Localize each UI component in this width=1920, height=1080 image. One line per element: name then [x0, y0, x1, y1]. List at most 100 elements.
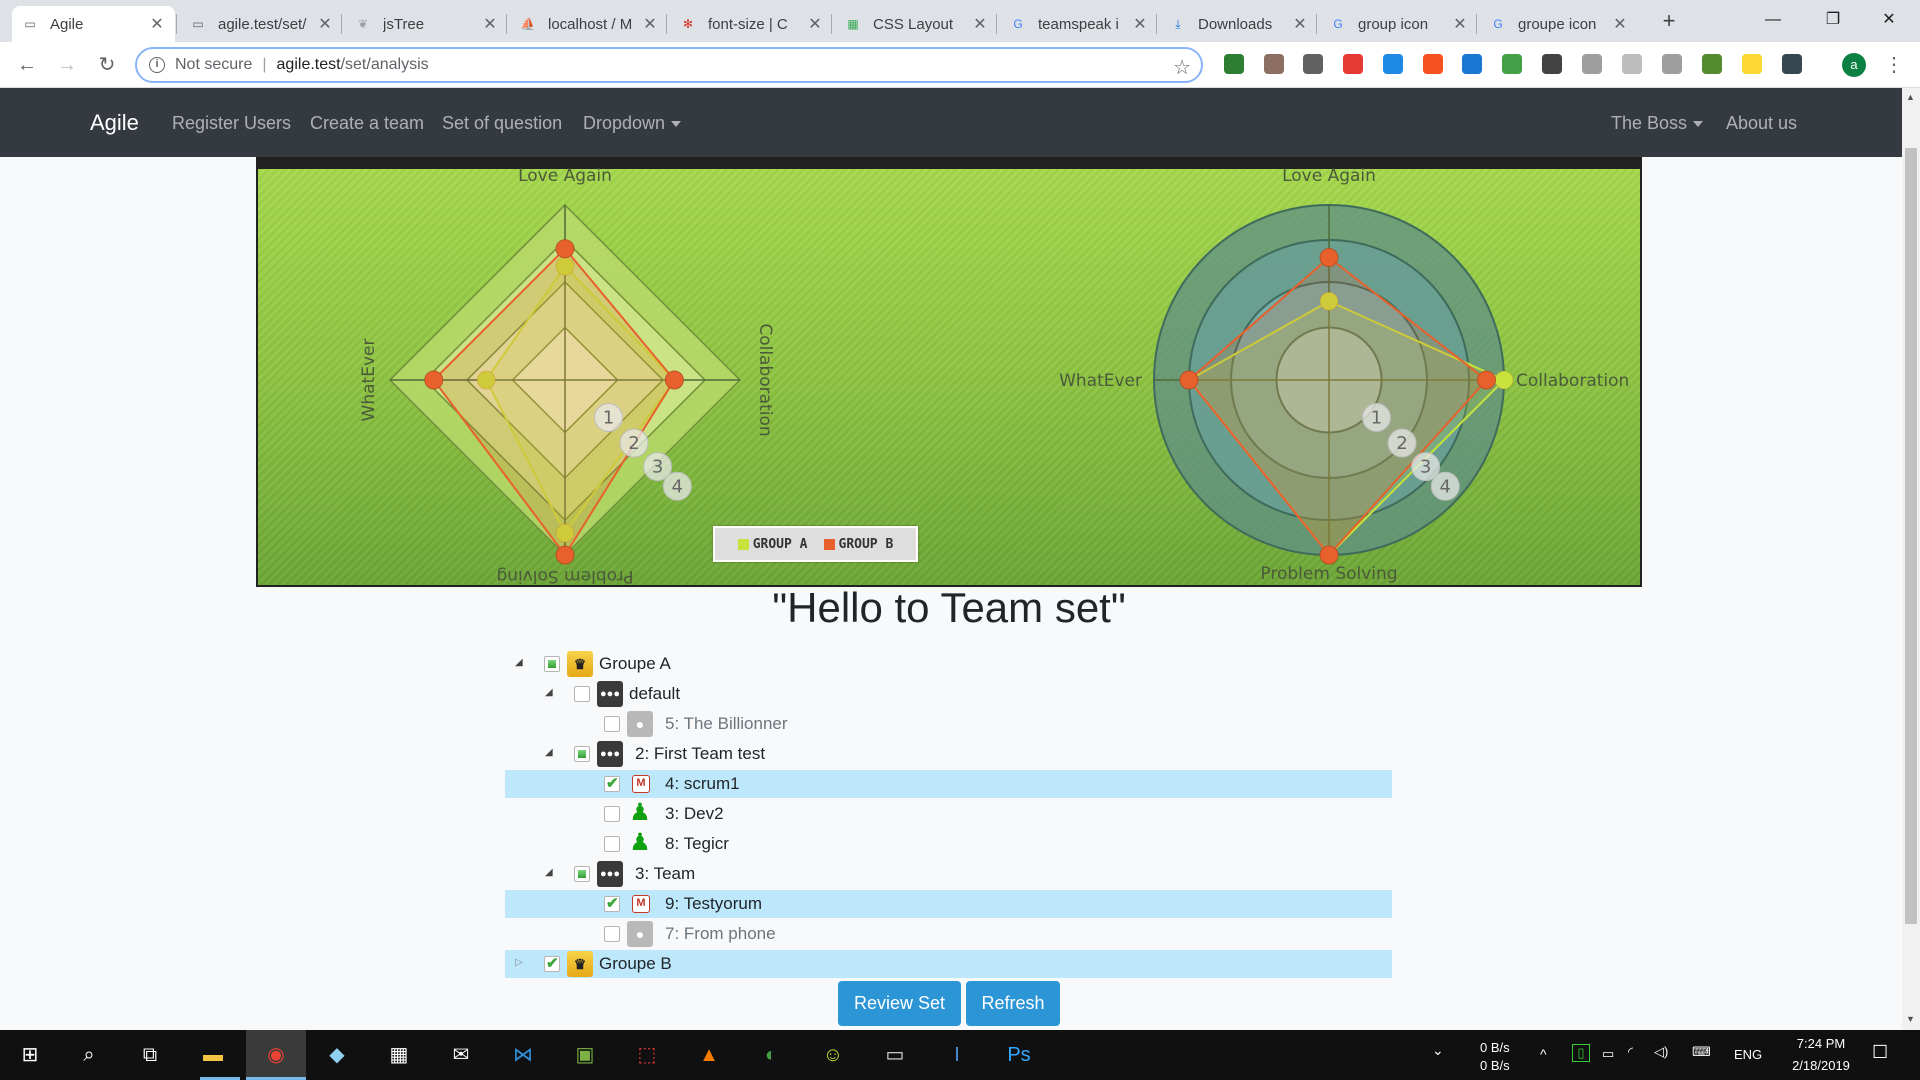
browser-tab[interactable]: ✻ font-size | C ✕: [670, 6, 833, 42]
volume-icon[interactable]: ◁): [1654, 1044, 1668, 1060]
close-tab-icon[interactable]: ✕: [972, 14, 988, 34]
ext-cookie-icon[interactable]: [1264, 54, 1284, 74]
minimize-icon[interactable]: —: [1750, 4, 1796, 36]
chrome-menu-icon[interactable]: ⋮: [1884, 52, 1904, 77]
clock-date[interactable]: 2/18/2019: [1776, 1058, 1866, 1073]
scroll-up-icon[interactable]: ▲: [1906, 92, 1915, 102]
ext-opera-icon[interactable]: [1343, 54, 1363, 74]
browser-tab[interactable]: ⤓ Downloads ✕: [1160, 6, 1318, 42]
tree-checkbox[interactable]: [574, 686, 590, 702]
tray-up-arrow-icon[interactable]: ^: [1540, 1046, 1547, 1062]
mail-icon[interactable]: ✉: [446, 1040, 476, 1070]
reload-icon[interactable]: ↻: [92, 50, 122, 80]
browser-tab[interactable]: Gteamspeak i ✕: [1000, 6, 1158, 42]
clock-time[interactable]: 7:24 PM: [1786, 1036, 1856, 1051]
network-app-icon[interactable]: ◐: [756, 1040, 786, 1070]
maximize-icon[interactable]: ❐: [1810, 4, 1856, 36]
tree-node[interactable]: M 9: Testyorum: [505, 890, 1392, 918]
ext-shield-icon[interactable]: [1423, 54, 1443, 74]
close-tab-icon[interactable]: ✕: [149, 14, 165, 34]
action-center-icon[interactable]: ☐: [1872, 1042, 1888, 1063]
windows-start-icon[interactable]: ⊞: [15, 1040, 45, 1070]
ext-vue-icon[interactable]: [1582, 54, 1602, 74]
ext-window-icon[interactable]: [1383, 54, 1403, 74]
browser-tab[interactable]: ⛵ localhost / M ✕: [510, 6, 668, 42]
ext-clip-icon[interactable]: [1622, 54, 1642, 74]
tree-node[interactable]: ♟ 3: Dev2: [505, 800, 1392, 828]
close-tab-icon[interactable]: ✕: [482, 14, 498, 34]
calculator-icon[interactable]: ▦: [384, 1040, 414, 1070]
ext-y-icon[interactable]: [1742, 54, 1762, 74]
bookmark-star-icon[interactable]: ☆: [1173, 55, 1191, 80]
photoshop-icon[interactable]: Ps: [1004, 1040, 1034, 1070]
back-arrow-icon[interactable]: ←: [12, 50, 42, 80]
close-tab-icon[interactable]: ✕: [807, 14, 823, 34]
terminal-icon[interactable]: ▭: [880, 1040, 910, 1070]
nav-create-team[interactable]: Create a team: [310, 113, 424, 134]
ext-list-icon[interactable]: [1782, 54, 1802, 74]
browser-tab[interactable]: ▭ agile.test/set/ ✕: [180, 6, 343, 42]
keyboard-icon[interactable]: ⌨: [1692, 1044, 1711, 1060]
page-scrollbar[interactable]: ▲ ▼: [1902, 88, 1920, 1030]
tree-checkbox[interactable]: [574, 866, 590, 882]
ext-grammarly-icon[interactable]: [1502, 54, 1522, 74]
chat-app-icon[interactable]: ☺: [818, 1040, 848, 1070]
tree-node[interactable]: ◢ ♛ Groupe A: [505, 650, 1392, 678]
refresh-button[interactable]: Refresh: [966, 981, 1060, 1026]
info-icon[interactable]: i: [149, 57, 165, 73]
scroll-down-icon[interactable]: ▼: [1906, 1014, 1915, 1024]
tree-expanded-arrow-icon[interactable]: ◢: [515, 657, 523, 668]
tree-checkbox[interactable]: [544, 656, 560, 672]
tree-node[interactable]: ● 5: The Billionner: [505, 710, 1392, 738]
new-tab-button[interactable]: +: [1655, 8, 1683, 34]
vscode-icon[interactable]: ⋈: [508, 1040, 538, 1070]
tree-expanded-arrow-icon[interactable]: ◢: [545, 687, 553, 698]
language-indicator[interactable]: ENG: [1734, 1047, 1762, 1062]
address-bar[interactable]: i Not secure | agile.test /set/analysis …: [135, 47, 1203, 83]
close-tab-icon[interactable]: ✕: [1612, 14, 1628, 34]
close-tab-icon[interactable]: ✕: [1292, 14, 1308, 34]
vlc-icon[interactable]: ▲: [694, 1040, 724, 1070]
browser-tab[interactable]: ❦ jsTree ✕: [345, 6, 508, 42]
tree-checkbox[interactable]: [544, 954, 560, 972]
browser-tab[interactable]: Ggroupe icon ✕: [1480, 6, 1638, 42]
review-set-button[interactable]: Review Set: [838, 981, 961, 1026]
browser-tab[interactable]: ▭ Agile ✕: [12, 6, 175, 42]
tree-checkbox[interactable]: [604, 836, 620, 852]
nav-set-of-question[interactable]: Set of question: [442, 113, 562, 134]
nav-register-users[interactable]: Register Users: [172, 113, 291, 134]
file-explorer-icon[interactable]: ▬: [198, 1040, 228, 1070]
app-blue-icon[interactable]: ◆: [322, 1040, 352, 1070]
ext-qr-icon[interactable]: [1542, 54, 1562, 74]
wifi-icon[interactable]: ◜: [1628, 1044, 1633, 1060]
browser-tab[interactable]: ▦ CSS Layout ✕: [835, 6, 998, 42]
battery-icon[interactable]: ▭: [1602, 1046, 1614, 1062]
tree-checkbox[interactable]: [604, 894, 620, 912]
tree-checkbox[interactable]: [574, 746, 590, 762]
tree-checkbox[interactable]: [604, 774, 620, 792]
tree-node[interactable]: ◢ ●●● 3: Team: [505, 860, 1392, 888]
tree-node[interactable]: ◢ ●●● 2: First Team test: [505, 740, 1392, 768]
nav-dropdown[interactable]: Dropdown: [583, 113, 682, 134]
image-app-icon[interactable]: ▣: [570, 1040, 600, 1070]
ext-drive-icon[interactable]: [1662, 54, 1682, 74]
ext-translate-icon[interactable]: [1462, 54, 1482, 74]
tree-node[interactable]: ◢ ●●● default: [505, 680, 1392, 708]
close-window-icon[interactable]: ✕: [1866, 4, 1912, 36]
tree-node[interactable]: ● 7: From phone: [505, 920, 1392, 948]
tray-chevron-icon[interactable]: ⌄: [1432, 1042, 1444, 1059]
chrome-icon[interactable]: ◉: [261, 1040, 291, 1070]
forward-arrow-icon[interactable]: →: [52, 50, 82, 80]
tree-checkbox[interactable]: [604, 926, 620, 942]
close-tab-icon[interactable]: ✕: [317, 14, 333, 34]
tree-node[interactable]: M 4: scrum1: [505, 770, 1392, 798]
close-tab-icon[interactable]: ✕: [642, 14, 658, 34]
close-tab-icon[interactable]: ✕: [1452, 14, 1468, 34]
tree-checkbox[interactable]: [604, 806, 620, 822]
tree-node[interactable]: ▷ ♛ Groupe B: [505, 950, 1392, 978]
nav-the-boss[interactable]: The Boss: [1611, 113, 1704, 134]
profile-avatar[interactable]: a: [1842, 53, 1866, 77]
ext-globe-icon[interactable]: [1224, 54, 1244, 74]
task-view-icon[interactable]: ⧉: [135, 1040, 165, 1070]
browser-tab[interactable]: Ggroup icon ✕: [1320, 6, 1478, 42]
